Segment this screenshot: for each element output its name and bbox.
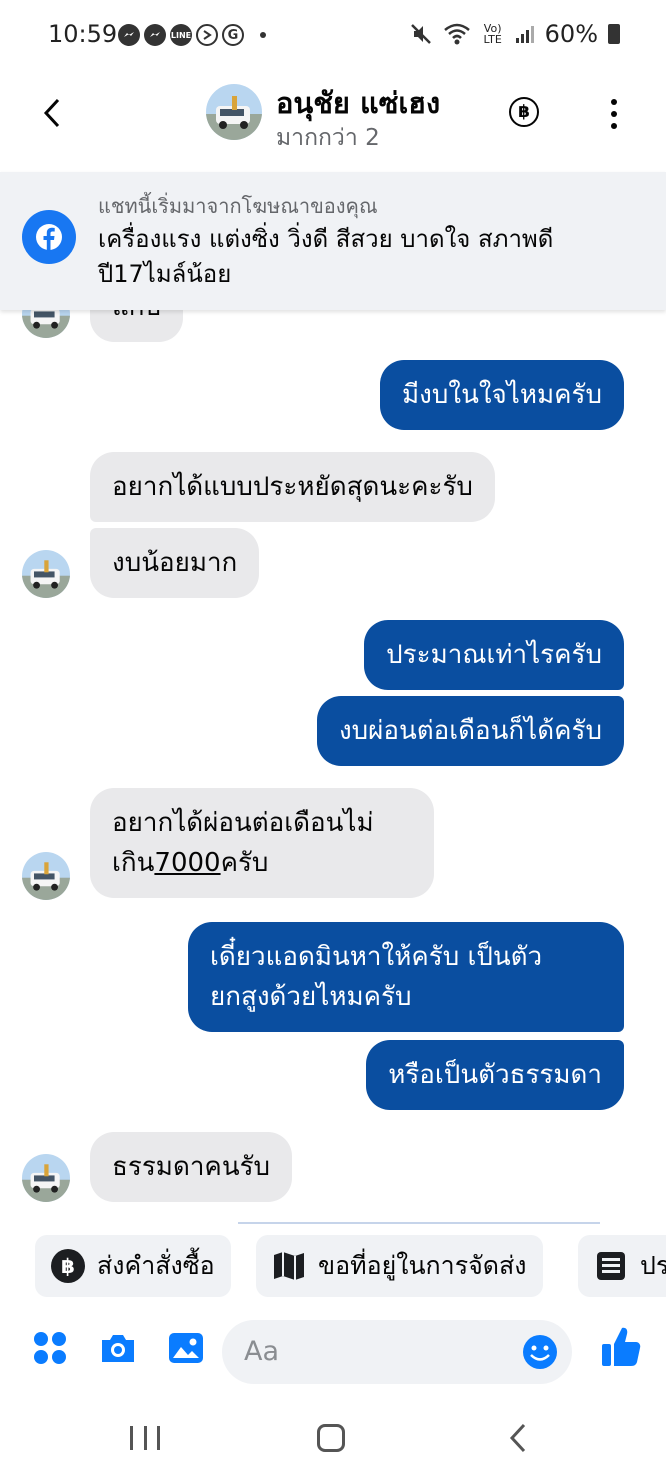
wifi-icon [443, 23, 470, 45]
quick-reply-send-order[interactable]: ฿ ส่งคำสั่งซื้อ [35, 1235, 231, 1297]
message-bubble-outgoing[interactable]: งบผ่อนต่อเดือนก็ได้ครับ [316, 696, 624, 766]
status-bar: 10:59 LINE G Vo) LTE 60% [0, 0, 666, 72]
message-bubble-outgoing[interactable]: หรือเป็นตัวธรรมดา [366, 1040, 624, 1110]
sender-avatar[interactable] [22, 1154, 70, 1202]
message-line: ยกสูงด้วยไหมครับ [210, 982, 412, 1012]
chip-label: ส่งคำสั่งซื้อ [97, 1251, 215, 1280]
ad-origin-banner[interactable]: แชทนี้เริ่มมาจากโฆษณาของคุณ เครื่องแรง แ… [0, 172, 666, 310]
battery-icon [608, 24, 620, 44]
google-icon: G [222, 24, 244, 46]
message-bubble-outgoing[interactable]: เดี๋ยวแอดมินหาให้ครับ เป็นตัว ยกสูงด้วยไ… [188, 922, 624, 1032]
recent-apps-icon[interactable] [130, 1426, 160, 1450]
message-placeholder: Aa [244, 1336, 280, 1367]
contact-subtitle: มากกว่า 2 [276, 125, 380, 151]
message-line: ครับ [220, 848, 269, 878]
home-icon[interactable] [317, 1424, 345, 1452]
sender-avatar[interactable] [22, 852, 70, 900]
receipt-icon [597, 1252, 625, 1280]
signal-icon [515, 26, 534, 43]
message-line: เกิน [112, 848, 155, 878]
more-options-icon[interactable] [604, 99, 624, 129]
message-bubble-incoming[interactable]: งบน้อยมาก [90, 528, 260, 598]
messenger-icon [118, 24, 140, 46]
sender-avatar[interactable] [22, 550, 70, 598]
contact-avatar[interactable] [206, 84, 262, 140]
svg-text:฿: ฿ [61, 1254, 75, 1278]
ad-text: เครื่องแรง แต่งซิ่ง วิ่งดี สีสวย บาดใจ ส… [98, 225, 554, 288]
ad-origin-label: แชทนี้เริ่มมาจากโฆษณาของคุณ [98, 194, 378, 218]
battery-percent: 60% [544, 20, 598, 48]
map-icon [274, 1252, 304, 1280]
divider [238, 1222, 600, 1224]
message-input[interactable]: Aa [222, 1320, 572, 1384]
message-bubble-outgoing[interactable]: มีงบในใจไหมครับ [380, 360, 624, 430]
line-icon: LINE [170, 24, 192, 46]
system-back-icon[interactable] [508, 1422, 528, 1454]
messenger-icon [144, 24, 166, 46]
sender-avatar[interactable] [22, 310, 70, 338]
notification-icons: LINE G [118, 24, 266, 46]
quick-reply-more[interactable]: ปร [578, 1235, 666, 1297]
message-bubble-incoming[interactable]: แก้บ [90, 310, 184, 342]
chip-label: ปร [640, 1251, 666, 1280]
back-arrow-icon[interactable] [40, 96, 64, 130]
camera-icon[interactable] [98, 1328, 138, 1368]
quick-reply-request-address[interactable]: ขอที่อยู่ในการจัดส่ง [256, 1235, 543, 1297]
message-bubble-incoming[interactable]: อยากได้แบบประหยัดสุดนะคะรับ [90, 452, 495, 522]
facebook-icon [22, 210, 76, 264]
message-bubble-incoming[interactable]: อยากได้ผ่อนต่อเดือนไม่ เกิน7000ครับ [90, 788, 434, 898]
message-line: อยากได้ผ่อนต่อเดือนไม่ [112, 808, 374, 838]
phone-number-link[interactable]: 7000 [154, 848, 220, 878]
gallery-icon[interactable] [166, 1328, 206, 1368]
message-line: เดี๋ยวแอดมินหาให้ครับ เป็นตัว [210, 942, 543, 972]
message-composer: Aa [0, 1312, 666, 1392]
mute-icon [410, 24, 431, 44]
baht-icon: ฿ [51, 1249, 85, 1283]
system-nav-bar [0, 1392, 666, 1480]
message-list[interactable]: แก้บ มีงบในใจไหมครับ อยากได้แบบประหยัดสุ… [0, 310, 666, 1220]
apps-grid-icon[interactable] [30, 1328, 70, 1368]
network-label: Vo) LTE [483, 22, 502, 46]
play-icon [196, 24, 218, 46]
like-thumb-icon[interactable] [600, 1324, 642, 1368]
quick-replies-bar[interactable]: ฿ ส่งคำสั่งซื้อ ขอที่อยู่ในการจัดส่ง ปร [0, 1222, 666, 1304]
system-icons: Vo) LTE 60% [409, 20, 620, 48]
dot-icon [260, 32, 266, 38]
status-time: 10:59 [48, 20, 118, 48]
chat-header: อนุชัย แซ่เฮง มากกว่า 2 ฿ [0, 72, 666, 172]
message-bubble-incoming[interactable]: ธรรมดาคนรับ [90, 1132, 293, 1202]
emoji-icon[interactable] [522, 1334, 558, 1370]
chip-label: ขอที่อยู่ในการจัดส่ง [318, 1251, 527, 1280]
message-bubble-outgoing[interactable]: ประมาณเท่าไรครับ [364, 620, 624, 690]
payment-baht-icon[interactable]: ฿ [509, 97, 539, 127]
